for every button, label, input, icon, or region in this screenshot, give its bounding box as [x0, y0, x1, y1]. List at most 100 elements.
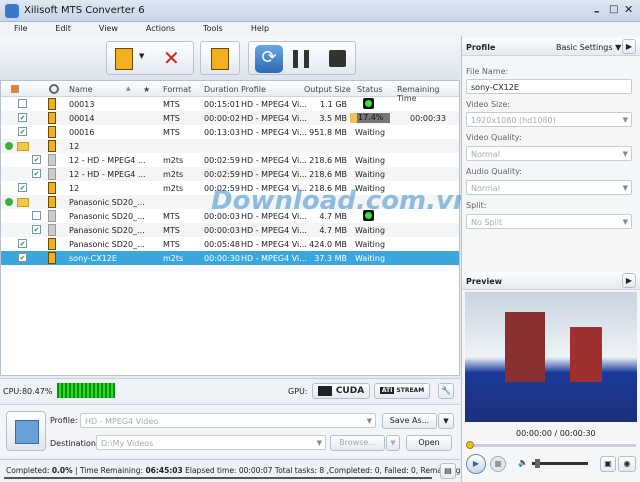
video-file-icon: [48, 224, 56, 236]
row-format: MTS: [163, 226, 180, 235]
remove-button[interactable]: ✕: [163, 46, 180, 70]
stop-button[interactable]: [329, 50, 346, 67]
seek-bar[interactable]: [466, 441, 636, 449]
expand-arrow-icon[interactable]: ▶: [622, 39, 636, 54]
menu-actions[interactable]: Actions: [146, 24, 175, 33]
collapse-icon[interactable]: [5, 142, 13, 150]
minimize-button[interactable]: –: [594, 5, 600, 18]
file-list: Name ▲ ★ Format Duration Profile Output …: [0, 80, 471, 376]
ati-stream-button[interactable]: ATI STREAM: [374, 383, 430, 399]
convert-button[interactable]: ⟳: [255, 45, 283, 73]
video-file-icon: [48, 140, 56, 152]
row-profile[interactable]: HD - MPEG4 Vi...: [241, 170, 307, 179]
star-icon[interactable]: ★: [143, 85, 150, 94]
table-row[interactable]: ✔ 12 - HD - MPEG4 ... m2ts 00:02:59 HD - MPE…: [1, 153, 459, 167]
row-checkbox[interactable]: [18, 99, 27, 108]
table-row[interactable]: ✔ 00014 MTS 00:00:02 HD - MPEG4 Vi... 3.5 MB 1…: [1, 111, 459, 125]
col-name[interactable]: Name: [69, 85, 93, 94]
menu-bar: File Edit View Actions Tools Help: [0, 22, 640, 36]
stop-preview-button[interactable]: ■: [490, 456, 506, 472]
collapse-icon[interactable]: [5, 198, 13, 206]
table-row[interactable]: ✔ Panasonic SD20_... MTS 00:00:03 HD - MPEG4…: [1, 223, 459, 237]
wrench-icon[interactable]: 🔧: [438, 383, 454, 399]
row-checkbox[interactable]: ✔: [32, 155, 41, 164]
select-all-checkbox[interactable]: [11, 85, 19, 93]
destination-input[interactable]: D:\My Videos: [96, 435, 326, 450]
destination-label: Destination:: [50, 439, 99, 448]
status-bar: Completed: 0.0% | Time Remaining: 06:45:…: [0, 459, 470, 482]
row-checkbox[interactable]: ✔: [32, 225, 41, 234]
table-row[interactable]: ✔ Panasonic SD20_... MTS 00:05:48 HD - MPEG4…: [1, 237, 459, 251]
cuda-button[interactable]: CUDA: [312, 383, 370, 399]
menu-tools[interactable]: Tools: [203, 24, 223, 33]
snapshot-folder-icon[interactable]: ▣: [600, 456, 616, 472]
table-row[interactable]: ✔ sony-CX12E m2ts 00:00:30 HD - MPEG4 Vi... 3…: [1, 251, 459, 265]
save-as-button[interactable]: Save As...: [382, 413, 437, 429]
profile-select[interactable]: HD - MPEG4 Video: [80, 413, 376, 428]
row-checkbox[interactable]: ✔: [18, 239, 27, 248]
menu-help[interactable]: Help: [251, 24, 269, 33]
row-checkbox[interactable]: [32, 211, 41, 220]
row-checkbox[interactable]: ✔: [18, 113, 27, 122]
row-profile[interactable]: HD - MPEG4 Vi...: [241, 240, 307, 249]
row-checkbox[interactable]: ✔: [18, 127, 27, 136]
close-button[interactable]: ✕: [624, 3, 633, 16]
video-file-icon: [48, 196, 56, 208]
add-output-profile-button[interactable]: [211, 48, 229, 70]
row-profile[interactable]: HD - MPEG4 Vi...: [241, 226, 307, 235]
hd-video-icon[interactable]: [6, 411, 46, 451]
row-profile[interactable]: HD - MPEG4 Vi...: [241, 114, 307, 123]
menu-file[interactable]: File: [14, 24, 27, 33]
play-button[interactable]: ▶: [466, 454, 486, 474]
browse-dropdown[interactable]: ▼: [386, 435, 400, 451]
preview-expand-icon[interactable]: ▶: [622, 273, 636, 288]
row-checkbox[interactable]: ✔: [18, 253, 27, 262]
row-name: 12: [69, 142, 80, 151]
row-duration: 00:05:48: [204, 240, 240, 249]
row-checkbox[interactable]: ✔: [18, 183, 27, 192]
table-header: Name ▲ ★ Format Duration Profile Output …: [1, 81, 459, 103]
col-output-size[interactable]: Output Size: [304, 85, 351, 94]
row-progress-bar: 17.4%: [350, 113, 390, 123]
camera-icon[interactable]: ◉: [618, 456, 636, 472]
col-format[interactable]: Format: [163, 85, 191, 94]
col-duration[interactable]: Duration: [204, 85, 239, 94]
menu-edit[interactable]: Edit: [55, 24, 71, 33]
add-file-button[interactable]: [115, 48, 133, 70]
video-quality-select[interactable]: Normal: [466, 146, 632, 161]
file-name-input[interactable]: sony-CX12E: [466, 79, 632, 94]
video-file-icon: [48, 168, 56, 180]
row-profile[interactable]: HD - MPEG4 Vi...: [241, 128, 307, 137]
save-as-dropdown[interactable]: ▼: [438, 413, 454, 429]
table-row[interactable]: 12: [1, 139, 459, 153]
row-profile[interactable]: HD - MPEG4 Vi...: [241, 254, 307, 263]
toolbar: ▼ ✕ ⟳: [0, 36, 460, 80]
table-row[interactable]: ✔ 00016 MTS 00:13:03 HD - MPEG4 Vi... 951.8 M…: [1, 125, 459, 139]
pause-button[interactable]: [293, 50, 309, 68]
row-output-size: 218.6 MB: [309, 156, 347, 165]
row-checkbox[interactable]: ✔: [32, 169, 41, 178]
col-profile[interactable]: Profile: [241, 85, 266, 94]
chevron-down-icon[interactable]: ▼: [139, 52, 144, 60]
audio-quality-select[interactable]: Normal: [466, 180, 632, 195]
cpu-gpu-bar: CPU:80.47% GPU: CUDA ATI STREAM 🔧: [0, 378, 460, 402]
menu-view[interactable]: View: [99, 24, 118, 33]
folder-icon: [17, 198, 29, 207]
basic-settings-dropdown[interactable]: Basic Settings ▼: [556, 43, 621, 52]
row-output-size: 37.3 MB: [314, 254, 347, 263]
volume-slider[interactable]: [532, 459, 588, 468]
browse-button[interactable]: Browse...: [330, 435, 385, 451]
row-profile[interactable]: HD - MPEG4 Vi...: [241, 156, 307, 165]
row-name: 00013: [69, 100, 95, 109]
window-title: Xilisoft MTS Converter 6: [24, 5, 145, 16]
row-profile[interactable]: HD - MPEG4 Vi...: [241, 100, 307, 109]
video-size-select[interactable]: 1920x1080 (hd1080): [466, 112, 632, 127]
split-select[interactable]: No Split: [466, 214, 632, 229]
col-status[interactable]: Status: [357, 85, 383, 94]
open-button[interactable]: Open: [406, 435, 452, 451]
row-duration: 00:00:02: [204, 114, 240, 123]
maximize-button[interactable]: □: [609, 4, 618, 15]
table-row[interactable]: ✔ 12 - HD - MPEG4 ... m2ts 00:02:59 HD - MPE…: [1, 167, 459, 181]
table-row[interactable]: 00013 MTS 00:15:01 HD - MPEG4 Vi... 1.1 GB: [1, 97, 459, 111]
log-icon[interactable]: ▤: [440, 463, 456, 479]
